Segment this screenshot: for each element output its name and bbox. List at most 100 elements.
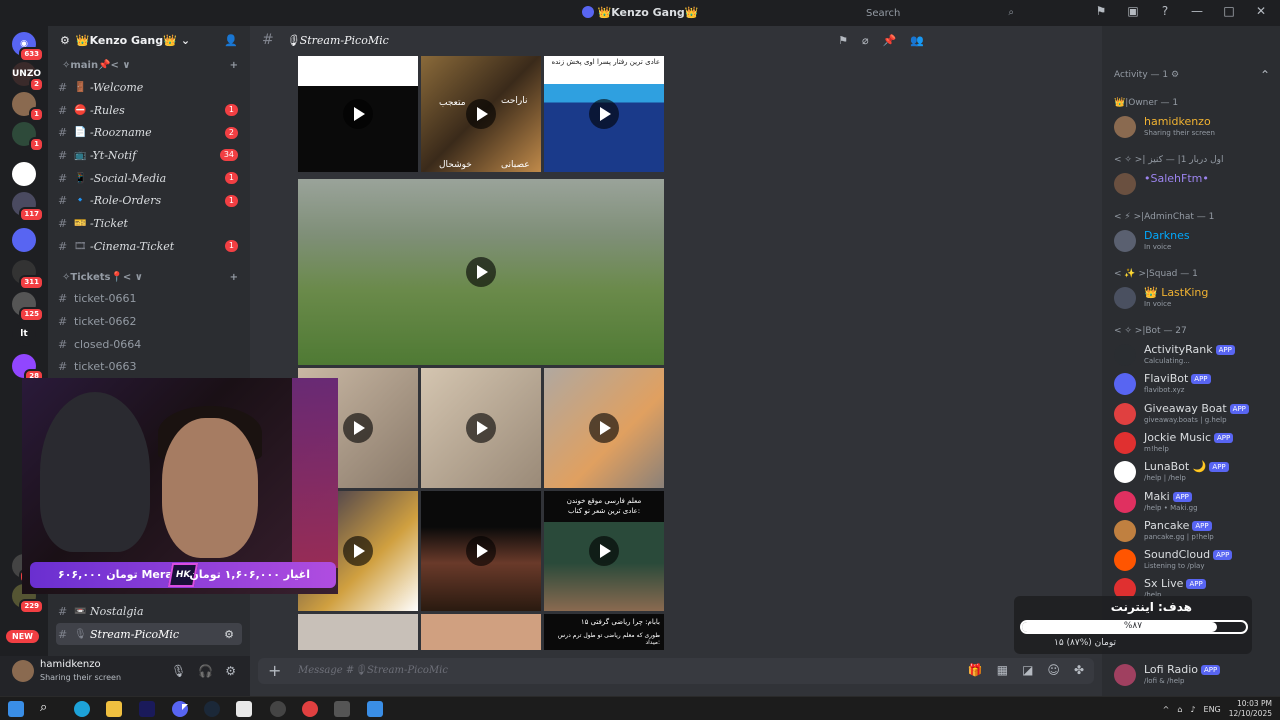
twitch-server-icon[interactable]: 28 xyxy=(12,354,44,384)
server-header[interactable]: ⚙ 👑Kenzo Gang👑 ⌄ 👤 xyxy=(48,26,250,54)
emoji-icon[interactable]: ☺ xyxy=(1047,663,1060,677)
video-attachment[interactable]: معلم فارسی موقع خوندن عادی ترین شعر تو ک… xyxy=(544,491,664,611)
video-attachment[interactable]: متعجب ناراحت خوشحال عصبانی xyxy=(421,56,541,172)
premiere-icon[interactable] xyxy=(139,701,155,717)
message-composer[interactable]: + Message #🎙Stream-PicoMic 🎁 ▦ ◪ ☺ ✤ xyxy=(258,658,1094,684)
channel-item[interactable]: # 📺 -Yt-Notif 34 xyxy=(48,144,250,167)
close-button[interactable]: ✕ xyxy=(1252,4,1270,18)
play-icon[interactable] xyxy=(343,413,373,443)
new-badge[interactable]: NEW xyxy=(6,630,39,643)
gif-icon[interactable]: ▦ xyxy=(997,663,1008,677)
play-icon[interactable] xyxy=(466,413,496,443)
member-row-bot[interactable]: ActivityRank APP Calculating... xyxy=(1112,342,1278,370)
channel-item[interactable]: # ticket-0661 xyxy=(48,288,250,311)
server-icon[interactable]: 1 xyxy=(12,92,44,122)
channel-item[interactable]: # 📱 -Social-Media 1 xyxy=(48,167,250,190)
channel-item[interactable]: # ticket-0662 xyxy=(48,310,250,333)
play-icon[interactable] xyxy=(589,536,619,566)
member-row-bot[interactable]: Lofi Radio APP/lofi & /help xyxy=(1112,662,1278,690)
add-attachment-icon[interactable]: + xyxy=(268,661,281,680)
server-icon[interactable]: UNZO 2 xyxy=(12,62,44,92)
avatar[interactable] xyxy=(12,660,34,682)
video-attachment[interactable]: عادی ترین رفتار پسرا اوی پخش زنده xyxy=(544,56,664,172)
channel-item[interactable]: # 🚪 -Welcome xyxy=(48,76,250,99)
inbox-flag-icon[interactable]: ⚑ xyxy=(1092,4,1110,18)
play-icon[interactable] xyxy=(589,413,619,443)
windows-start-icon[interactable] xyxy=(8,701,24,717)
steam-icon[interactable] xyxy=(204,701,220,717)
play-icon[interactable] xyxy=(466,99,496,129)
home-button[interactable]: ◉ 633 xyxy=(12,32,44,62)
maximize-button[interactable]: □ xyxy=(1220,4,1238,18)
tray-chevron-icon[interactable]: ^ xyxy=(1163,705,1170,714)
channel-item[interactable]: # 🔹 -Role-Orders 1 xyxy=(48,189,250,212)
channel-item[interactable]: # closed-0664 xyxy=(48,333,250,356)
member-row-bot[interactable]: Pancake APP pancake.gg | p!help xyxy=(1112,518,1278,546)
apps-icon[interactable]: ✤ xyxy=(1074,663,1084,677)
member-list-icon[interactable]: 👥 xyxy=(910,34,924,47)
minimize-button[interactable]: — xyxy=(1188,4,1206,18)
gift-icon[interactable]: 🎁 xyxy=(968,663,983,677)
server-icon[interactable]: lt xyxy=(12,322,36,346)
category-main[interactable]: ✧main📌< ∨ + xyxy=(48,54,250,76)
play-icon[interactable] xyxy=(343,536,373,566)
member-row-bot[interactable]: SoundCloud APP Listening to /play xyxy=(1112,547,1278,575)
settings-gear-icon[interactable]: ⚙ xyxy=(225,664,236,678)
screen-share-icon[interactable]: ▣ xyxy=(1124,4,1142,18)
sticker-icon[interactable]: ◪ xyxy=(1022,663,1033,677)
channel-item[interactable]: # 📼 Nostalgia xyxy=(48,600,250,623)
add-member-icon[interactable]: 👤 xyxy=(224,34,238,47)
store-icon[interactable] xyxy=(236,701,252,717)
app-icon[interactable] xyxy=(334,701,350,717)
video-attachment[interactable] xyxy=(298,56,418,172)
headphones-icon[interactable]: 🎧 xyxy=(198,664,213,678)
volume-icon[interactable]: ♪ xyxy=(1190,705,1195,714)
member-row-bot[interactable]: Giveaway Boat APP giveaway.boats | g.help xyxy=(1112,401,1278,429)
channel-item[interactable]: # ⛔ -Rules 1 xyxy=(48,99,250,122)
server-icon[interactable]: 1 xyxy=(12,122,44,152)
collapse-chevron-icon[interactable]: ⌃ xyxy=(1260,68,1270,82)
play-icon[interactable] xyxy=(466,536,496,566)
play-icon[interactable] xyxy=(466,257,496,287)
channel-item-active[interactable]: # 🎙 Stream-PicoMic ⚙ xyxy=(56,622,242,646)
search-icon[interactable]: ⌕ xyxy=(40,701,56,717)
file-explorer-icon[interactable] xyxy=(106,701,122,717)
member-row[interactable]: •SalehFtm• xyxy=(1112,171,1278,199)
microphone-icon[interactable]: 🎙 xyxy=(171,664,186,678)
channel-item[interactable]: # 🎫 -Ticket xyxy=(48,212,250,235)
video-attachment[interactable]: بابام: چرا ریاضی گرفتی ۱۵ طوری که معلم ر… xyxy=(544,614,664,650)
channel-settings-icon[interactable]: ⚙ xyxy=(224,628,234,641)
app-icon[interactable] xyxy=(302,701,318,717)
server-icon[interactable]: 311 xyxy=(12,260,44,290)
app-icon[interactable] xyxy=(270,701,286,717)
channel-item[interactable]: # 🎞 -Cinema-Ticket 1 xyxy=(48,235,250,258)
search-input[interactable]: Search ⌕ xyxy=(860,4,1020,24)
add-channel-icon[interactable]: + xyxy=(230,272,238,288)
mute-icon[interactable]: ⌀ xyxy=(862,34,869,47)
pin-icon[interactable]: 📌 xyxy=(883,34,897,47)
video-attachment[interactable] xyxy=(544,368,664,488)
channel-item[interactable]: # ticket-0663 xyxy=(48,356,250,379)
member-row-bot[interactable]: Jockie Music APP m!help xyxy=(1112,430,1278,458)
member-row-bot[interactable]: FlaviBot APP flavibot.xyz xyxy=(1112,371,1278,399)
category-tickets[interactable]: ✧Tickets📍< ∨ + xyxy=(48,266,250,288)
server-icon[interactable]: 117 xyxy=(12,192,44,222)
app-icon[interactable] xyxy=(367,701,383,717)
member-row-bot[interactable]: Maki APP/help • Maki.gg xyxy=(1112,489,1278,517)
video-attachment[interactable] xyxy=(298,179,664,365)
chrome-server-icon[interactable] xyxy=(12,162,36,186)
add-channel-icon[interactable]: + xyxy=(230,60,238,76)
channel-item[interactable]: # 📄 -Roozname 2 xyxy=(48,121,250,144)
video-attachment[interactable] xyxy=(421,491,541,611)
member-row[interactable]: Darknes In voice xyxy=(1112,228,1278,256)
video-attachment[interactable] xyxy=(298,614,418,650)
help-icon[interactable]: ? xyxy=(1156,4,1174,18)
network-icon[interactable]: ⌂ xyxy=(1177,705,1182,714)
edge-icon[interactable] xyxy=(74,701,90,717)
folder-icon[interactable] xyxy=(12,228,36,252)
member-row-bot[interactable]: LunaBot 🌙 APP/help | /help xyxy=(1112,459,1278,487)
video-attachment[interactable] xyxy=(421,368,541,488)
play-icon[interactable] xyxy=(589,99,619,129)
member-row[interactable]: 👑 LastKing In voice xyxy=(1112,285,1278,313)
threads-icon[interactable]: ⚑ xyxy=(838,34,848,47)
